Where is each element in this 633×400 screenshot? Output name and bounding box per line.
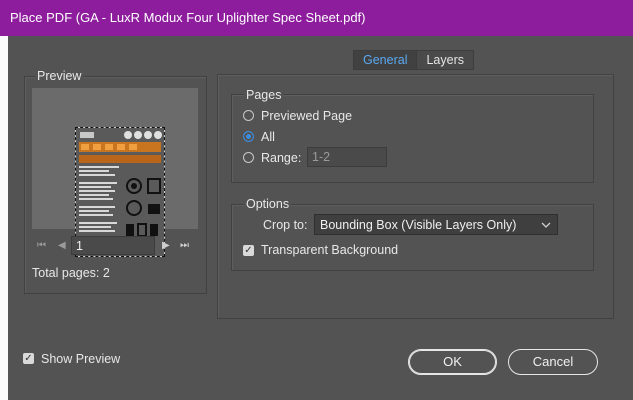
transparent-background-label[interactable]: Transparent Background <box>261 243 398 257</box>
tab-general[interactable]: General <box>354 51 418 69</box>
cancel-button[interactable]: Cancel <box>508 349 598 375</box>
transparent-background-checkbox[interactable]: ✓ <box>243 245 254 256</box>
options-label: Options <box>244 197 292 211</box>
pages-group <box>231 94 594 183</box>
last-page-icon[interactable]: ⏭ <box>180 238 189 254</box>
all-label[interactable]: All <box>261 130 275 144</box>
first-page-icon[interactable]: ⏮ <box>37 238 46 254</box>
show-preview-checkbox[interactable]: ✓ <box>23 353 34 364</box>
preview-label: Preview <box>35 69 84 83</box>
tab-bar: General Layers <box>353 50 475 70</box>
radio-range[interactable] <box>243 152 254 163</box>
previewed-page-label[interactable]: Previewed Page <box>261 109 352 123</box>
pages-label: Pages <box>244 88 284 102</box>
dialog-title: Place PDF (GA - LuxR Modux Four Uplighte… <box>0 0 633 36</box>
place-pdf-dialog: Place PDF (GA - LuxR Modux Four Uplighte… <box>0 0 633 400</box>
chevron-down-icon <box>541 222 551 228</box>
dialog-body: Preview ⏮ ◀ 1 ▶ ⏭ Total pages: 2 General… <box>8 36 633 400</box>
page-number-input[interactable] <box>71 236 155 255</box>
crop-to-value: Bounding Box (Visible Layers Only) <box>320 218 517 232</box>
ok-button[interactable]: OK <box>408 349 497 375</box>
total-pages-text: Total pages: 2 <box>32 266 110 280</box>
range-label[interactable]: Range: <box>261 151 301 165</box>
range-input[interactable] <box>307 147 387 167</box>
prev-page-icon[interactable]: ◀ <box>58 238 66 254</box>
tab-layers[interactable]: Layers <box>417 51 474 69</box>
crop-to-dropdown[interactable]: Bounding Box (Visible Layers Only) <box>314 214 558 235</box>
show-preview-label[interactable]: Show Preview <box>41 352 120 366</box>
next-page-icon[interactable]: ▶ <box>162 238 170 254</box>
radio-previewed-page[interactable] <box>243 110 254 121</box>
radio-all[interactable] <box>243 131 254 142</box>
crop-to-label: Crop to: <box>263 218 308 232</box>
